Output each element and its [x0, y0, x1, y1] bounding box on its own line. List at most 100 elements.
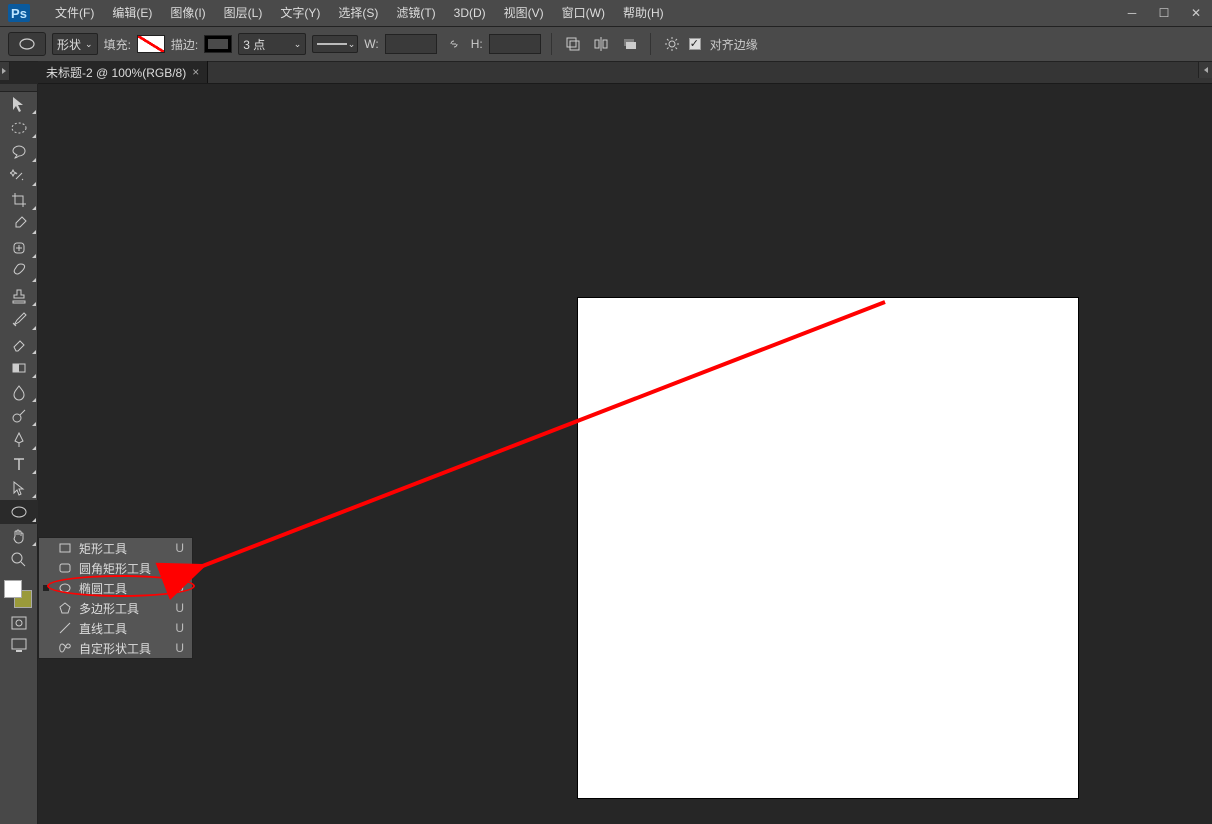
tool-mode-label: 形状	[57, 36, 81, 53]
active-mark	[43, 585, 49, 591]
options-bar: 形状 ⌄ 填充: 描边: 3 点 ⌄ ⌄ W: H: 对齐边缘	[0, 26, 1212, 62]
eyedropper-tool[interactable]	[0, 212, 38, 236]
brush-tool[interactable]	[0, 260, 38, 284]
flyout-item-label: 多边形工具	[79, 600, 139, 617]
flyout-item[interactable]: 椭圆工具 U	[39, 578, 192, 598]
width-input[interactable]	[385, 34, 437, 54]
menu-item[interactable]: 视图(V)	[495, 0, 553, 26]
pen-tool[interactable]	[0, 428, 38, 452]
left-panel-handle[interactable]	[0, 62, 10, 80]
menu-item[interactable]: 文字(Y)	[271, 0, 329, 26]
menu-item[interactable]: 帮助(H)	[614, 0, 673, 26]
flyout-item[interactable]: 多边形工具 U	[39, 598, 192, 618]
path-combine-button[interactable]	[562, 33, 584, 55]
separator	[650, 33, 651, 55]
move-tool[interactable]	[0, 92, 38, 116]
align-edges-checkbox[interactable]	[689, 38, 701, 50]
height-input[interactable]	[489, 34, 541, 54]
flyout-item-shortcut: U	[175, 621, 192, 635]
work-area	[38, 84, 1198, 824]
menu-item[interactable]: 滤镜(T)	[387, 0, 444, 26]
document-tabbar: 未标题-2 @ 100%(RGB/8) ×	[38, 62, 1212, 84]
flyout-item[interactable]: 自定形状工具U	[39, 638, 192, 658]
quickmask-toggle[interactable]	[0, 612, 38, 634]
menu-item[interactable]: 3D(D)	[445, 0, 495, 26]
stroke-width-dropdown[interactable]: 3 点 ⌄	[238, 33, 306, 55]
document-tab-title: 未标题-2 @ 100%(RGB/8)	[46, 64, 186, 81]
path-arrange-button[interactable]	[618, 33, 640, 55]
type-tool[interactable]	[0, 452, 38, 476]
gradient-tool[interactable]	[0, 356, 38, 380]
zoom-tool[interactable]	[0, 548, 38, 572]
hand-tool[interactable]	[0, 524, 38, 548]
align-edges-label: 对齐边缘	[710, 36, 758, 53]
stroke-label: 描边:	[171, 36, 198, 53]
ps-logo: Ps	[8, 4, 30, 22]
screen-mode-toggle[interactable]	[0, 634, 38, 656]
menu-item[interactable]: 窗口(W)	[553, 0, 614, 26]
flyout-item-label: 矩形工具	[79, 540, 127, 557]
lasso-tool[interactable]	[0, 140, 38, 164]
fill-color-swatch[interactable]	[137, 35, 165, 53]
link-icon	[447, 37, 461, 51]
flyout-item-label: 椭圆工具	[79, 580, 127, 597]
flyout-item[interactable]: 矩形工具U	[39, 538, 192, 558]
flyout-item-shortcut: U	[175, 581, 192, 595]
foreground-color[interactable]	[4, 580, 22, 598]
shape-tool[interactable]	[0, 500, 38, 524]
flyout-item-label: 自定形状工具	[79, 640, 151, 657]
history-brush-tool[interactable]	[0, 308, 38, 332]
menubar: Ps 文件(F)编辑(E)图像(I)图层(L)文字(Y)选择(S)滤镜(T)3D…	[0, 0, 1212, 26]
document-tab[interactable]: 未标题-2 @ 100%(RGB/8) ×	[38, 61, 208, 83]
flyout-item-label: 圆角矩形工具	[79, 560, 151, 577]
stroke-color-swatch[interactable]	[204, 35, 232, 53]
menu-item[interactable]: 图层(L)	[215, 0, 272, 26]
flyout-item[interactable]: 圆角矩形工具 U	[39, 558, 192, 578]
maximize-button[interactable]: ☐	[1148, 0, 1180, 26]
shape-settings-button[interactable]	[661, 33, 683, 55]
gear-icon	[664, 36, 680, 52]
link-wh-button[interactable]	[443, 33, 465, 55]
active-tool-indicator[interactable]	[8, 32, 46, 56]
color-swatches[interactable]	[0, 578, 38, 612]
close-tab-icon[interactable]: ×	[192, 65, 199, 79]
shape-tool-flyout: 矩形工具U圆角矩形工具U椭圆工具U多边形工具U直线工具U自定形状工具U	[38, 537, 193, 659]
custom-icon	[57, 641, 73, 655]
window-controls: ─ ☐ ✕	[1116, 0, 1212, 26]
path-select-tool[interactable]	[0, 476, 38, 500]
line-icon	[57, 621, 73, 635]
ellipse-icon	[57, 581, 73, 595]
toolbox	[0, 84, 38, 824]
blur-tool[interactable]	[0, 380, 38, 404]
fill-label: 填充:	[104, 36, 131, 53]
close-button[interactable]: ✕	[1180, 0, 1212, 26]
menu-item[interactable]: 选择(S)	[329, 0, 387, 26]
path-align-button[interactable]	[590, 33, 612, 55]
separator	[551, 33, 552, 55]
stamp-tool[interactable]	[0, 284, 38, 308]
flyout-item[interactable]: 直线工具U	[39, 618, 192, 638]
roundrect-icon	[57, 561, 73, 575]
document-canvas[interactable]	[578, 298, 1078, 798]
minimize-button[interactable]: ─	[1116, 0, 1148, 26]
menu-item[interactable]: 图像(I)	[161, 0, 214, 26]
healing-tool[interactable]	[0, 236, 38, 260]
menu-item[interactable]: 编辑(E)	[103, 0, 161, 26]
height-label: H:	[471, 37, 483, 51]
dodge-tool[interactable]	[0, 404, 38, 428]
chevron-down-icon: ⌄	[294, 39, 302, 50]
right-panel-handle[interactable]	[1198, 62, 1212, 78]
flyout-item-shortcut: U	[175, 561, 192, 575]
width-label: W:	[364, 37, 378, 51]
flyout-item-shortcut: U	[175, 601, 192, 615]
toolbox-handle[interactable]	[0, 84, 37, 92]
menu-item[interactable]: 文件(F)	[46, 0, 103, 26]
magic-wand-tool[interactable]	[0, 164, 38, 188]
tool-mode-dropdown[interactable]: 形状 ⌄	[52, 33, 98, 55]
marquee-tool[interactable]	[0, 116, 38, 140]
stroke-width-value: 3 点	[243, 36, 265, 53]
crop-tool[interactable]	[0, 188, 38, 212]
stroke-style-dropdown[interactable]: ⌄	[312, 35, 358, 53]
eraser-tool[interactable]	[0, 332, 38, 356]
chevron-down-icon: ⌄	[85, 39, 93, 50]
